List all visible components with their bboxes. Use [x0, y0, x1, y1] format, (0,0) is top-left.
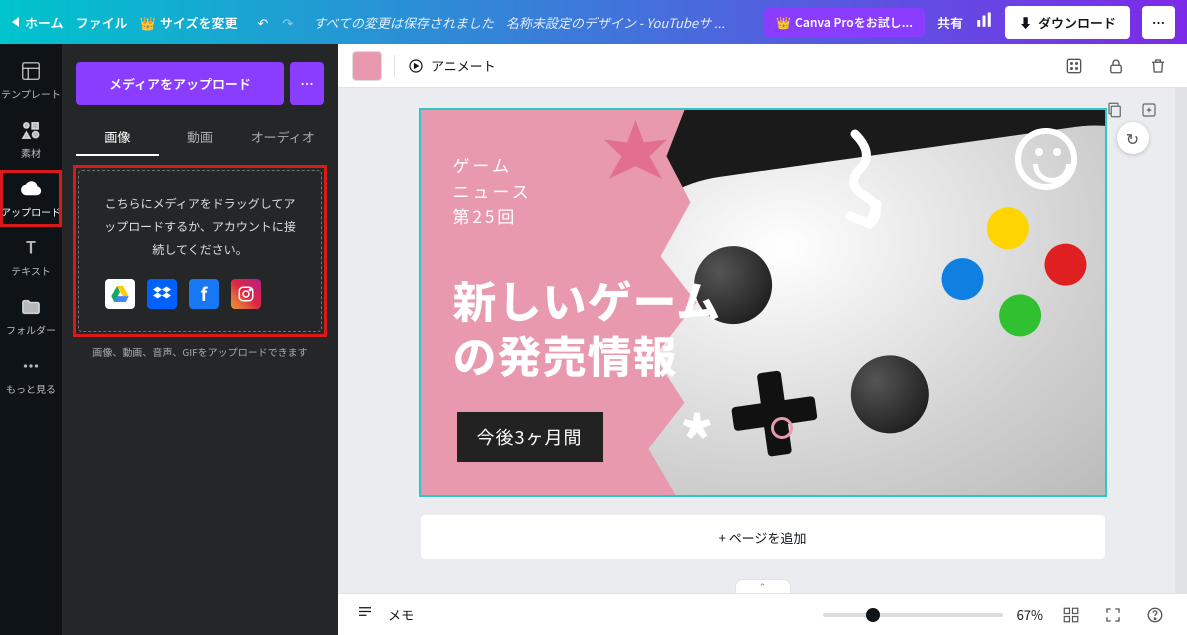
- zoom-value[interactable]: 67%: [1017, 605, 1043, 624]
- sidebar-folder[interactable]: フォルダー: [0, 288, 62, 345]
- crown-icon: 👑: [140, 13, 156, 32]
- notes-icon[interactable]: [356, 604, 374, 626]
- sidebar-text[interactable]: T テキスト: [0, 229, 62, 286]
- page-drawer-handle[interactable]: ⌃: [735, 579, 791, 593]
- design-title[interactable]: 新しいゲーム の発売情報: [453, 272, 722, 382]
- transparency-icon[interactable]: [1059, 51, 1089, 81]
- regenerate-icon[interactable]: ↻: [1117, 122, 1149, 154]
- share-button[interactable]: 共有: [937, 13, 963, 32]
- analytics-icon[interactable]: [975, 11, 993, 33]
- design-canvas[interactable]: * ゲーム ニュース 第25回 新しいゲーム の発売情報 今後3ヶ月間: [421, 110, 1105, 495]
- save-status: すべての変更は保存されました: [313, 13, 494, 32]
- more-menu-button[interactable]: ⋯: [1142, 6, 1175, 39]
- sidebar-upload[interactable]: アップロード: [0, 170, 62, 227]
- connect-facebook[interactable]: f: [189, 279, 219, 309]
- tab-image[interactable]: 画像: [76, 119, 159, 156]
- help-icon[interactable]: [1141, 601, 1169, 629]
- connect-dropbox[interactable]: [147, 279, 177, 309]
- grid-view-icon[interactable]: [1057, 601, 1085, 629]
- file-menu[interactable]: ファイル: [76, 13, 128, 32]
- add-page-button[interactable]: + ページを追加: [421, 515, 1105, 559]
- resize-button[interactable]: 👑サイズを変更: [140, 13, 238, 32]
- upload-dropzone[interactable]: こちらにメディアをドラッグしてアップロードするか、アカウントに接続してください。…: [78, 170, 322, 332]
- try-pro-button[interactable]: 👑Canva Proをお試し...: [764, 8, 925, 37]
- undo-icon[interactable]: ↶: [257, 13, 268, 32]
- tab-video[interactable]: 動画: [159, 119, 242, 156]
- add-page-icon[interactable]: [1135, 96, 1163, 124]
- delete-icon[interactable]: [1143, 51, 1173, 81]
- zoom-slider[interactable]: [823, 613, 1003, 617]
- tab-audio[interactable]: オーディオ: [241, 119, 324, 156]
- upload-hint: 画像、動画、音声、GIFをアップロードできます: [76, 344, 324, 359]
- notes-button[interactable]: メモ: [388, 605, 414, 624]
- sidebar-templates[interactable]: テンプレート: [0, 52, 62, 109]
- upload-more-button[interactable]: ⋯: [290, 62, 324, 105]
- design-subtitle[interactable]: ゲーム ニュース 第25回: [453, 152, 532, 229]
- document-title[interactable]: 名称未設定のデザイン - YouTubeサ ...: [506, 13, 725, 32]
- dropzone-text: こちらにメディアをドラッグしてアップロードするか、アカウントに接続してください。: [99, 193, 301, 261]
- asterisk-icon: *: [681, 391, 714, 481]
- fullscreen-icon[interactable]: [1099, 601, 1127, 629]
- color-picker[interactable]: [352, 51, 382, 81]
- upload-media-button[interactable]: メディアをアップロード: [76, 62, 284, 105]
- animate-icon: [407, 57, 425, 75]
- animate-button[interactable]: アニメート: [407, 56, 496, 75]
- vertical-scrollbar[interactable]: [1175, 88, 1187, 593]
- lock-icon[interactable]: [1101, 51, 1131, 81]
- svg-text:T: T: [26, 237, 36, 259]
- smiley-icon: [1015, 128, 1077, 190]
- duplicate-page-icon[interactable]: [1101, 96, 1129, 124]
- download-button[interactable]: ⬇ダウンロード: [1005, 6, 1130, 39]
- connect-gdrive[interactable]: [105, 279, 135, 309]
- home-button[interactable]: ホーム: [12, 13, 64, 32]
- sidebar-elements[interactable]: 素材: [0, 111, 62, 168]
- ring-icon: [771, 417, 793, 439]
- redo-icon[interactable]: ↷: [282, 13, 293, 32]
- squiggle-arrow-icon: [835, 124, 965, 244]
- design-badge[interactable]: 今後3ヶ月間: [457, 412, 603, 462]
- sidebar-more[interactable]: もっと見る: [0, 347, 62, 404]
- download-icon: ⬇: [1019, 13, 1032, 32]
- connect-instagram[interactable]: [231, 279, 261, 309]
